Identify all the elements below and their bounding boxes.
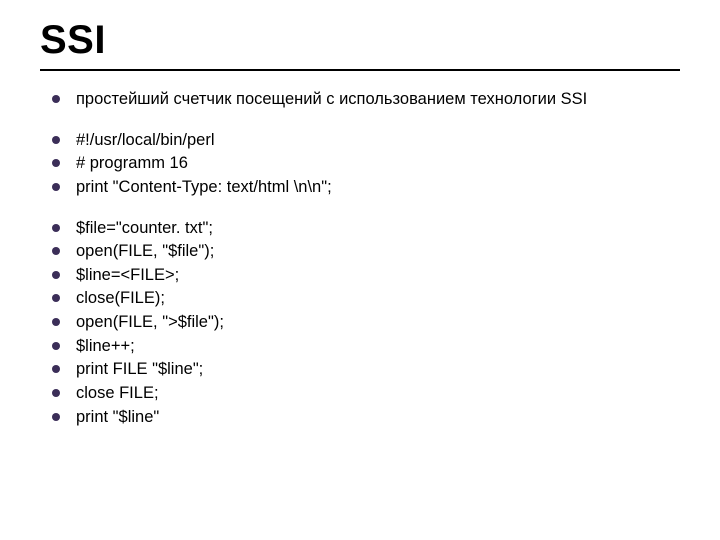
list-item: $line++;	[48, 336, 680, 357]
slide: SSI простейший счетчик посещений с испол…	[0, 0, 720, 540]
list-item: $line=<FILE>;	[48, 265, 680, 286]
list-item: open(FILE, ">$file");	[48, 312, 680, 333]
list-item: # programm 16	[48, 153, 680, 174]
list-item: print "Content-Type: text/html \n\n";	[48, 177, 680, 198]
title-area: SSI	[40, 18, 680, 71]
list-item: print "$line"	[48, 407, 680, 428]
bullet-list-2: #!/usr/local/bin/perl # programm 16 prin…	[48, 130, 680, 198]
list-item: close FILE;	[48, 383, 680, 404]
bullet-list-1: простейший счетчик посещений с использов…	[48, 89, 680, 110]
list-item: простейший счетчик посещений с использов…	[48, 89, 680, 110]
list-item: print FILE "$line";	[48, 359, 680, 380]
spacer	[40, 113, 680, 127]
list-item: open(FILE, "$file");	[48, 241, 680, 262]
list-item: #!/usr/local/bin/perl	[48, 130, 680, 151]
page-title: SSI	[40, 18, 680, 63]
list-item: $file="counter. txt";	[48, 218, 680, 239]
list-item: close(FILE);	[48, 288, 680, 309]
spacer	[40, 201, 680, 215]
bullet-list-3: $file="counter. txt"; open(FILE, "$file"…	[48, 218, 680, 428]
